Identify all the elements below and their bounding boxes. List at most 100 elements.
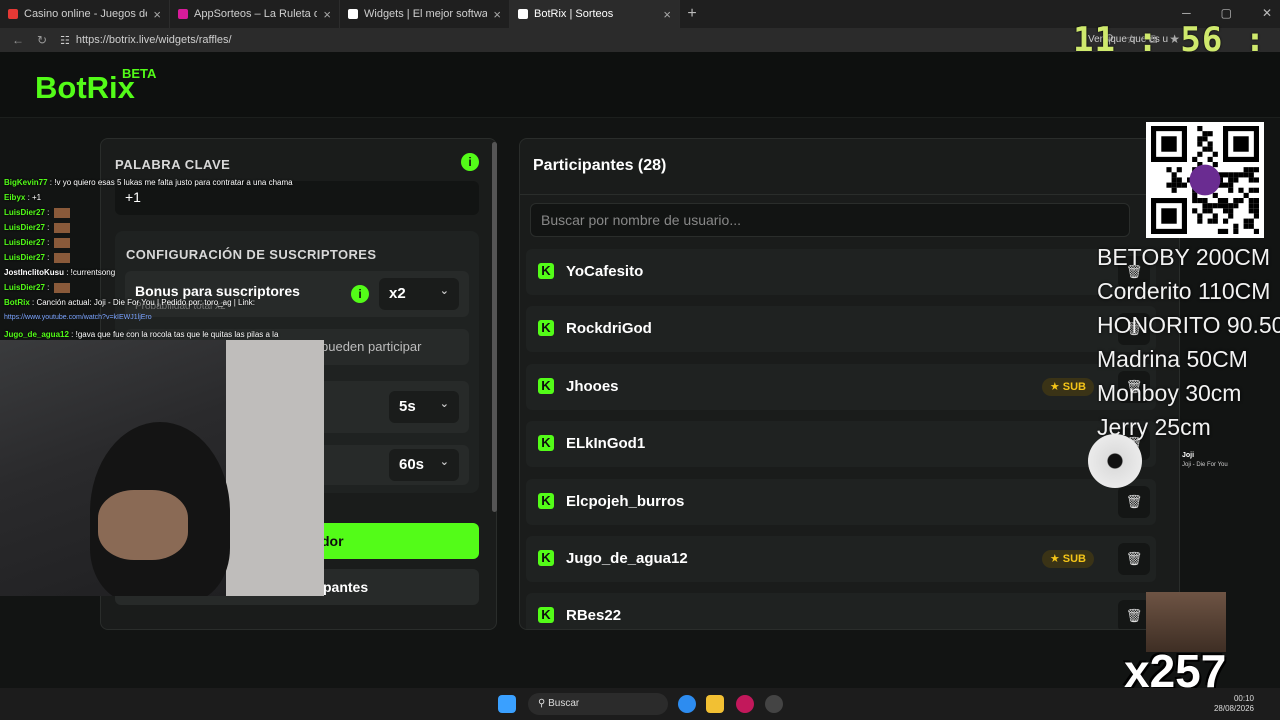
qr-module	[1197, 151, 1203, 157]
edge-icon[interactable]	[678, 695, 696, 713]
subscriber-section-title: CONFIGURACIÓN DE SUSCRIPTORES	[126, 247, 377, 262]
kick-icon: K	[538, 377, 554, 394]
timer-select-2[interactable]: 60s ⌄	[389, 449, 459, 481]
opera-icon[interactable]	[736, 695, 754, 713]
tab-favicon-icon	[518, 9, 528, 19]
kick-icon: K	[538, 492, 554, 509]
taskbar-search[interactable]: ⚲ Buscar	[528, 693, 668, 715]
participants-header: Participantes (28)	[520, 139, 1179, 195]
chat-text: :	[44, 223, 52, 233]
taskbar-time: 00:10	[1233, 694, 1254, 703]
qr-module	[1228, 203, 1234, 209]
participant-search-input[interactable]: Buscar por nombre de usuario...	[530, 203, 1130, 237]
settings-icon[interactable]	[765, 695, 783, 713]
chat-username: LuisDier27	[4, 283, 45, 293]
maximize-icon[interactable]: ▢	[1221, 6, 1232, 20]
kick-icon: K	[538, 263, 554, 279]
qr-module	[1171, 182, 1177, 188]
tab-close-icon[interactable]: ×	[493, 7, 501, 22]
browser-tab[interactable]: Widgets | El mejor software para p ×	[340, 0, 510, 28]
url-field[interactable]: ☷ https://botrix.live/widgets/raffles/	[60, 34, 232, 47]
chat-text: : !currentsong	[64, 268, 116, 277]
qr-module	[1248, 172, 1254, 178]
qr-module	[1248, 177, 1254, 183]
browser-tab[interactable]: BotRix | Sorteos ×	[510, 0, 680, 28]
qr-module	[1233, 203, 1239, 209]
info-icon[interactable]: i	[461, 153, 479, 171]
chevron-down-icon: ⌄	[439, 456, 449, 468]
tab-title: AppSorteos – La Ruleta de la Suer	[194, 8, 318, 20]
qr-module	[1238, 187, 1244, 193]
qr-module	[1248, 223, 1254, 229]
site-info-icon[interactable]: ☷	[60, 34, 70, 47]
who-can-text: pueden participar	[321, 339, 422, 354]
browser-tab[interactable]: AppSorteos – La Ruleta de la Suer ×	[170, 0, 340, 28]
qr-module	[1223, 182, 1229, 188]
trash-icon[interactable]: 🗑	[1118, 543, 1150, 575]
chat-username: Jugo_de_agua12	[4, 330, 69, 339]
timer-value-1: 5s	[399, 398, 416, 415]
browser-tab[interactable]: Casino online - Juegos de casino ×	[0, 0, 170, 28]
qr-module	[1207, 218, 1213, 224]
participant-row: K Elcpojeh_burros 🗑	[526, 478, 1156, 525]
tab-close-icon[interactable]: ×	[663, 7, 671, 22]
qr-module	[1223, 208, 1229, 214]
qr-module	[1212, 203, 1218, 209]
participant-name: YoCafesito	[566, 263, 644, 280]
chat-text: :	[44, 238, 52, 248]
qr-module	[1243, 223, 1249, 229]
trash-icon[interactable]: 🗑	[1118, 485, 1150, 518]
chat-message: JostInclitoKusu : !currentsong	[4, 268, 115, 277]
chat-emote-icon	[53, 238, 70, 248]
vinyl-disc-icon	[1088, 434, 1142, 488]
chevron-down-icon: ⌄	[439, 285, 449, 297]
file-explorer-icon[interactable]	[706, 695, 724, 713]
now-playing-widget: Joji Joji - Die For You	[1088, 434, 1274, 490]
qr-module	[1253, 177, 1259, 183]
qr-module	[1223, 203, 1229, 209]
qr-module	[1166, 167, 1172, 173]
qr-module	[1217, 203, 1223, 209]
qr-module	[1253, 187, 1259, 193]
chat-message: Jugo_de_agua12 : !gava que fue con la ro…	[4, 330, 278, 339]
keyword-section-title: PALABRA CLAVE	[115, 157, 231, 172]
qr-module	[1207, 131, 1213, 137]
refresh-icon[interactable]: ↻	[30, 33, 54, 47]
close-icon[interactable]: ✕	[1262, 6, 1272, 20]
qr-module	[1212, 162, 1218, 168]
qr-module	[1233, 198, 1239, 204]
qr-module	[1192, 156, 1198, 162]
start-raffle-label: dor	[321, 533, 344, 549]
participant-row: KELkInGod1🗑	[526, 421, 1156, 468]
minimize-icon[interactable]: ─	[1182, 6, 1191, 20]
logo[interactable]: BotRix	[35, 70, 135, 106]
qr-module	[1197, 136, 1203, 142]
tab-close-icon[interactable]: ×	[153, 7, 161, 22]
tab-close-icon[interactable]: ×	[323, 7, 331, 22]
windows-taskbar: ⚲ Buscar 00:10 28/08/2026	[0, 688, 1280, 720]
chat-message: LuisDier27 :	[4, 208, 70, 218]
back-icon[interactable]: ←	[6, 33, 30, 47]
kick-icon: K	[538, 607, 554, 624]
chat-message: LuisDier27 :	[4, 253, 70, 263]
bonus-info-icon[interactable]: i	[351, 285, 369, 303]
subscriber-bonus-row: Bonus para suscriptores Probabilidad tot…	[125, 271, 469, 317]
chat-message: LuisDier27 :	[4, 238, 70, 248]
chat-emote-icon	[53, 283, 70, 293]
qr-module	[1248, 187, 1254, 193]
sub-badge: ★ SUB	[1041, 550, 1094, 568]
tab-title: Widgets | El mejor software para p	[364, 8, 488, 20]
bonus-multiplier-select[interactable]: x2 ⌄	[379, 278, 459, 310]
start-icon[interactable]	[498, 695, 516, 713]
taskbar-date: 28/08/2026	[1213, 704, 1254, 713]
timer-select-1[interactable]: 5s ⌄	[389, 391, 459, 423]
sub-badge-label: SUB	[1062, 380, 1086, 393]
star-icon: ★	[1049, 553, 1063, 565]
url-text: https://botrix.live/widgets/raffles/	[75, 34, 232, 46]
new-tab-button[interactable]: +	[680, 5, 704, 23]
qr-module	[1207, 208, 1213, 214]
qr-module	[1202, 203, 1208, 209]
participant-name: Jhooes	[566, 377, 619, 395]
left-scrollbar[interactable]	[492, 142, 497, 512]
qr-module	[1243, 167, 1249, 173]
